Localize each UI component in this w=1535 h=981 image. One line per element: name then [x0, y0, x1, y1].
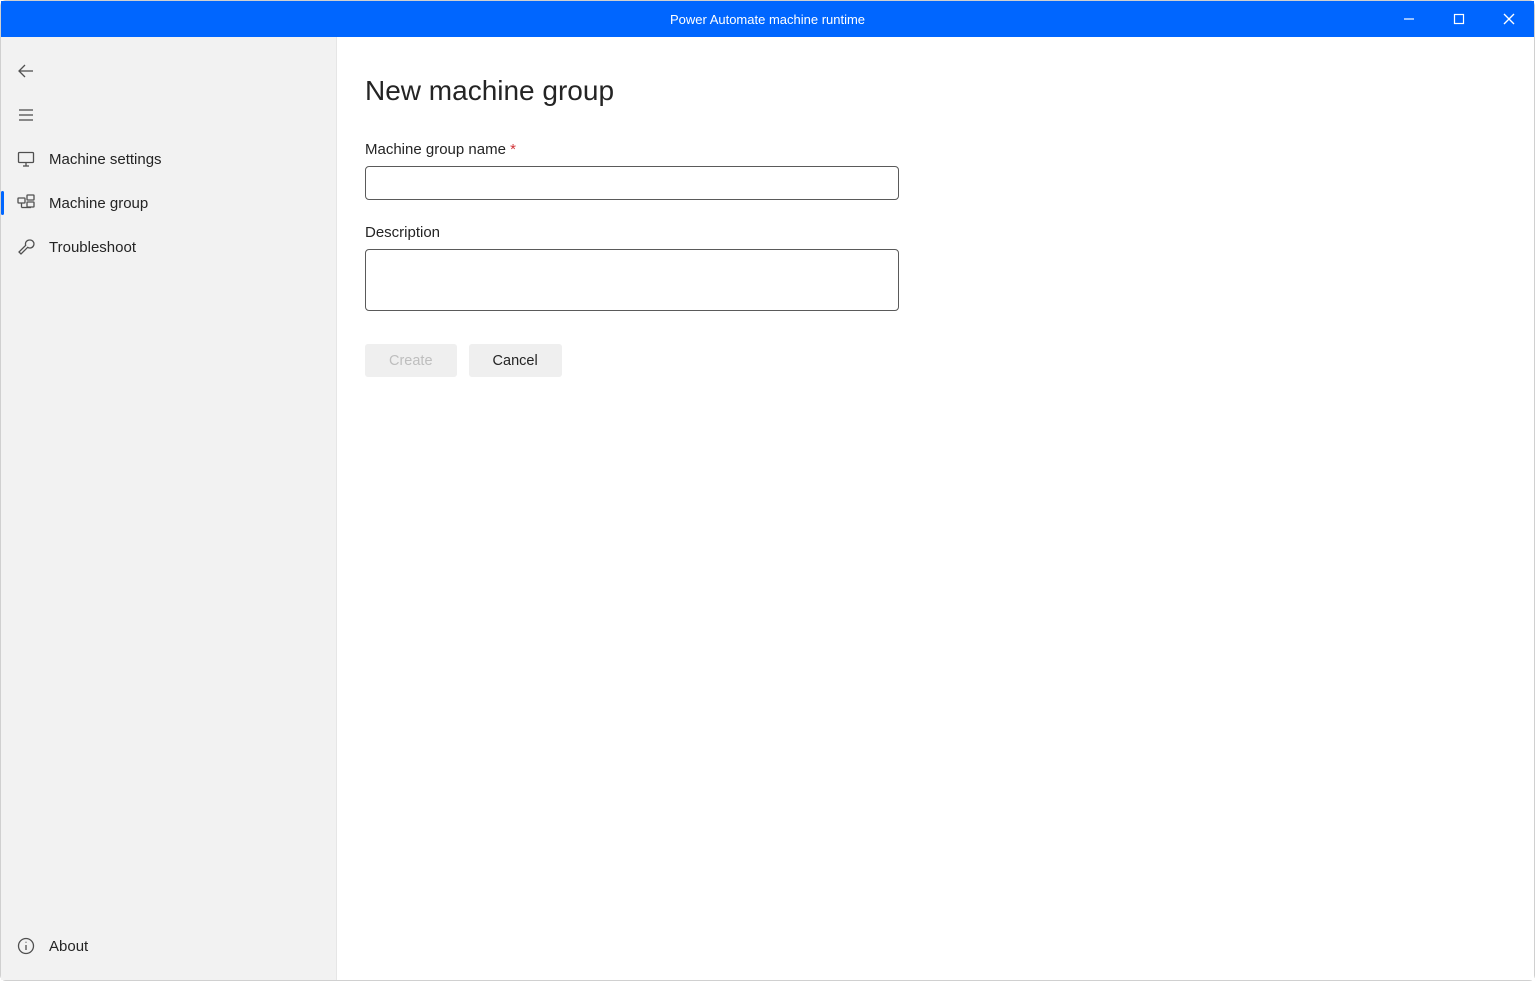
back-button[interactable]	[1, 49, 336, 93]
cancel-button[interactable]: Cancel	[469, 344, 562, 377]
info-icon	[17, 937, 35, 955]
sidebar-item-label: Machine group	[49, 195, 148, 212]
sidebar-item-about[interactable]: About	[1, 924, 336, 968]
sidebar-item-machine-settings[interactable]: Machine settings	[1, 137, 336, 181]
close-icon	[1503, 13, 1515, 25]
sidebar-item-label: About	[49, 938, 88, 955]
main-content: New machine group Machine group name * D…	[337, 37, 1534, 980]
close-button[interactable]	[1484, 1, 1534, 37]
sidebar-item-label: Troubleshoot	[49, 239, 136, 256]
machine-group-name-label: Machine group name *	[365, 141, 1506, 158]
window-title: Power Automate machine runtime	[670, 12, 865, 27]
back-arrow-icon	[17, 62, 35, 80]
page-title: New machine group	[365, 75, 1506, 107]
minimize-button[interactable]	[1384, 1, 1434, 37]
machine-group-name-input[interactable]	[365, 166, 899, 200]
sidebar-item-troubleshoot[interactable]: Troubleshoot	[1, 225, 336, 269]
create-button[interactable]: Create	[365, 344, 457, 377]
sidebar-item-label: Machine settings	[49, 151, 162, 168]
maximize-button[interactable]	[1434, 1, 1484, 37]
description-label: Description	[365, 224, 1506, 241]
minimize-icon	[1403, 13, 1415, 25]
sidebar: Machine settings Machine group Troublesh…	[1, 37, 337, 980]
required-asterisk: *	[510, 141, 516, 158]
description-input[interactable]	[365, 249, 899, 311]
title-bar: Power Automate machine runtime	[1, 1, 1534, 37]
wrench-icon	[17, 238, 35, 256]
label-text: Machine group name	[365, 141, 506, 158]
monitor-icon	[17, 150, 35, 168]
hamburger-icon	[17, 106, 35, 124]
maximize-icon	[1453, 13, 1465, 25]
sidebar-item-machine-group[interactable]: Machine group	[1, 181, 336, 225]
machine-group-icon	[17, 194, 35, 212]
hamburger-button[interactable]	[1, 93, 336, 137]
